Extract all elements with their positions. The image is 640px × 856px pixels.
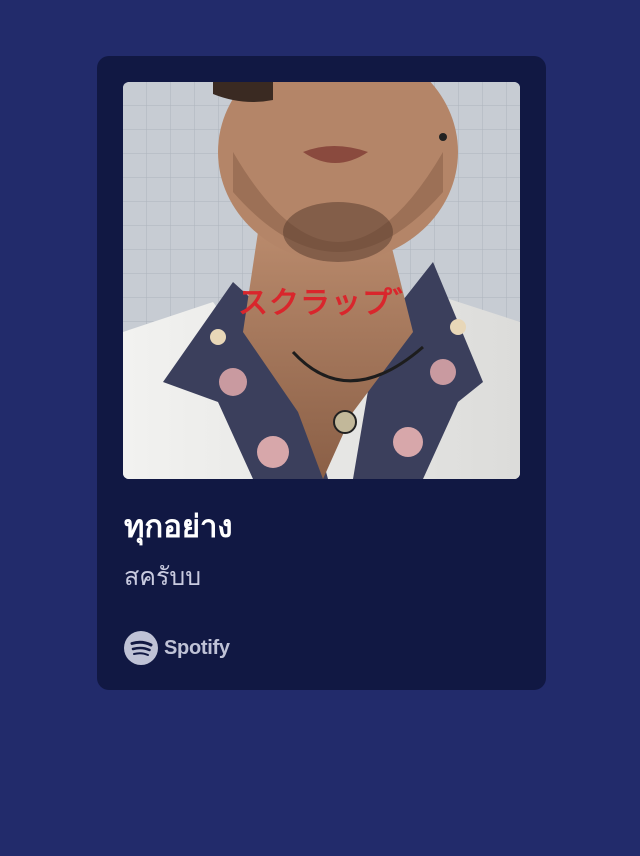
cover-title-text: スクラップ゛ bbox=[238, 286, 424, 321]
spotify-logo-icon bbox=[124, 631, 158, 665]
spotify-brand[interactable]: Spotify bbox=[124, 630, 230, 666]
spotify-wordmark: Spotify bbox=[164, 636, 230, 659]
album-cover-image[interactable]: スクラップ゛ bbox=[123, 82, 520, 479]
spotify-track-card[interactable]: スクラップ゛ ทุกอย่าง สครับบ Spotify bbox=[97, 56, 546, 690]
track-title[interactable]: ทุกอย่าง bbox=[124, 506, 233, 548]
artist-name[interactable]: สครับบ bbox=[124, 559, 201, 595]
